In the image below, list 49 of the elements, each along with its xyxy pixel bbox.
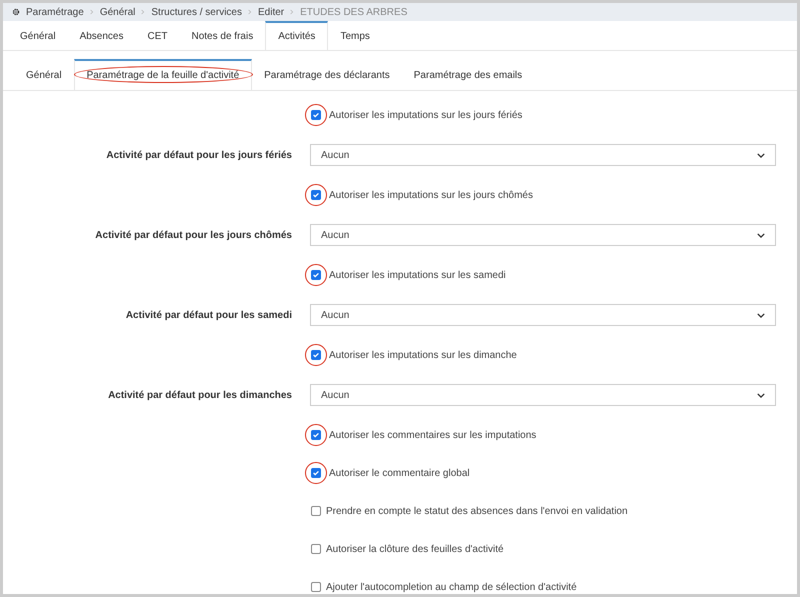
gear-icon bbox=[12, 8, 20, 16]
checkbox-label: Autoriser les imputations sur les jours chômés bbox=[329, 188, 533, 202]
breadcrumb-link[interactable]: Paramétrage bbox=[26, 4, 84, 20]
tab[interactable]: Paramétrage des déclarants bbox=[252, 59, 402, 90]
dropdown-field[interactable]: Aucun bbox=[310, 224, 776, 246]
checkbox[interactable] bbox=[311, 190, 321, 200]
chevron-right-icon bbox=[248, 9, 252, 15]
checkbox[interactable] bbox=[311, 110, 321, 120]
checkbox-label: Autoriser les imputations sur les samedi bbox=[329, 268, 506, 282]
breadcrumb-link[interactable]: Editer bbox=[258, 4, 284, 20]
checkbox[interactable] bbox=[311, 544, 321, 554]
chevron-down-icon bbox=[757, 312, 765, 318]
chevron-down-icon bbox=[757, 152, 765, 158]
tab[interactable]: Temps bbox=[328, 21, 382, 50]
tab[interactable]: Paramétrage des emails bbox=[402, 59, 534, 90]
checkbox[interactable] bbox=[311, 506, 321, 516]
chevron-right-icon bbox=[141, 9, 146, 15]
chevron-right-icon bbox=[90, 9, 94, 15]
breadcrumb-link[interactable]: Général bbox=[100, 4, 136, 20]
tab[interactable]: CET bbox=[136, 21, 180, 50]
tab[interactable]: Général bbox=[8, 21, 68, 50]
field-label: Activité par défaut pour les dimanches bbox=[107, 388, 293, 402]
dropdown-field[interactable]: Aucun bbox=[310, 384, 776, 406]
dropdown-field[interactable]: Aucun bbox=[310, 144, 776, 166]
checkbox[interactable] bbox=[311, 582, 321, 592]
field-label: Activité par défaut pour les samedi bbox=[124, 308, 293, 322]
checkbox[interactable] bbox=[311, 270, 321, 280]
checkbox-label: Autoriser les imputations sur les jours fériés bbox=[329, 108, 522, 122]
breadcrumb-link[interactable]: Structures / services bbox=[151, 4, 242, 20]
checkbox[interactable] bbox=[311, 350, 321, 360]
checkbox-label: Autoriser la clôture des feuilles d'activité bbox=[326, 542, 504, 556]
chevron-right-icon bbox=[290, 9, 294, 15]
checkbox-label: Autoriser le commentaire global bbox=[329, 466, 470, 480]
chevron-down-icon bbox=[757, 392, 765, 398]
tab[interactable]: Notes de frais bbox=[180, 21, 266, 50]
checkbox-label: Prendre en compte le statut des absences dans l'envoi en validation bbox=[326, 504, 628, 518]
field-label: Activité par défaut pour les jours fériés bbox=[105, 148, 293, 162]
tab[interactable]: Général bbox=[14, 59, 74, 90]
checkbox[interactable] bbox=[311, 468, 321, 478]
field-label: Activité par défaut pour les jours chômés bbox=[94, 228, 293, 242]
checkbox[interactable] bbox=[311, 430, 321, 440]
checkbox-label: Autoriser les commentaires sur les imputations bbox=[329, 428, 536, 442]
tab[interactable]: Activités bbox=[265, 21, 328, 50]
checkbox-label: Autoriser les imputations sur les dimanche bbox=[329, 348, 517, 362]
chevron-down-icon bbox=[757, 232, 765, 238]
checkbox-label: Ajouter l'autocompletion au champ de sélection d'activité bbox=[326, 580, 577, 594]
tab[interactable]: Paramétrage de la feuille d'activité bbox=[74, 59, 252, 90]
tab[interactable]: Absences bbox=[68, 21, 136, 50]
dropdown-field[interactable]: Aucun bbox=[310, 304, 776, 326]
